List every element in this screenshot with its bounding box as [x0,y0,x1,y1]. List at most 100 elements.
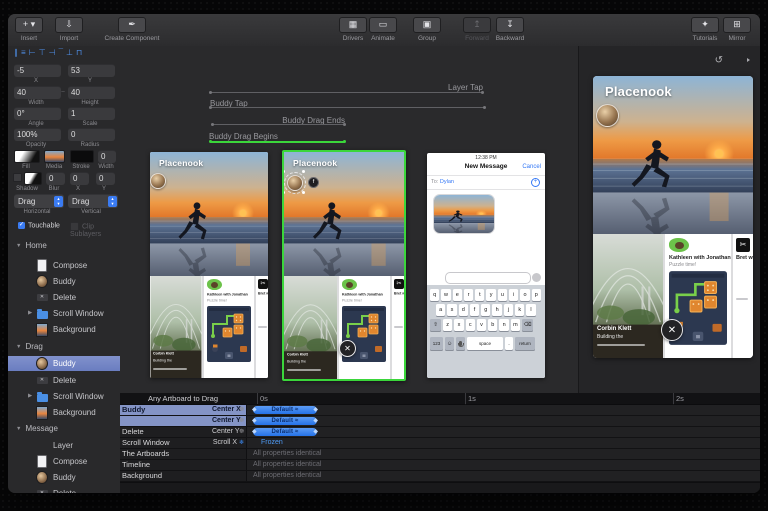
opacity-field[interactable]: 100% [14,128,61,141]
mic-key[interactable] [456,337,465,350]
selection-handle[interactable] [302,191,305,194]
drag-horizontal-dropdown[interactable]: Drag ▴▾ [14,194,64,208]
card-bret[interactable]: ✂ Bret w [256,276,268,378]
fill-swatch[interactable] [14,150,40,163]
disclosure-down-icon[interactable]: ▼ [16,344,21,350]
timeline-trigger-label[interactable]: Any Artboard to Drag [120,394,246,403]
disclosure-right-icon[interactable]: ▶ [28,306,36,321]
create-component-button[interactable]: ✒ Create Component [92,17,172,42]
mirror-button[interactable]: ⊞ Mirror [720,17,754,42]
layer-item-buddy[interactable]: Buddy [8,274,120,289]
key[interactable]: b [488,319,497,331]
message-input[interactable] [445,272,531,284]
timeline-row-delete-centery[interactable]: Delete Center Y ☸ ◆Default ≈◆ [120,427,760,438]
key[interactable]: n [499,319,508,331]
layer-item-layer[interactable]: Layer [8,438,120,453]
numbers-key[interactable]: 123 [430,337,443,350]
x-field[interactable]: -5 [14,64,61,77]
key[interactable]: j [504,304,513,316]
selection-handle[interactable] [282,170,285,173]
card-kathleen[interactable]: Kathleen with Jonathan Puzzle time! [204,276,254,378]
key[interactable]: z [443,319,452,331]
shadow-x-field[interactable]: 0 [70,172,89,185]
return-key[interactable]: return [515,337,535,350]
cancel-button[interactable]: Cancel [522,164,541,170]
artboard-placenook-1[interactable]: Placenook Corbin Klett Building the Kath… [150,152,268,378]
track[interactable] [246,405,760,415]
key[interactable]: m [511,319,520,331]
align-icon[interactable]: ⊥ [66,48,73,57]
animate-button[interactable]: ▭ Animate [364,17,402,42]
touchable-checkbox[interactable]: ✓Touchable [18,222,60,229]
layer-item-compose[interactable]: Compose [8,258,120,273]
card-bret[interactable]: ✂ Bret w [733,234,753,358]
align-icon[interactable]: ¯ [59,48,63,57]
layer-item-buddy[interactable]: Buddy [8,470,120,485]
layer-item-scroll-window[interactable]: ▶Scroll Window [8,389,120,404]
shadow-blur-field[interactable]: 0 [46,172,65,185]
timeline-header[interactable]: Any Artboard to Drag 0s 1s 2s [120,393,760,405]
disclosure-down-icon[interactable]: ▼ [16,243,21,249]
layer-section-message[interactable]: ▼Message [8,421,120,436]
stroke-swatch[interactable] [70,150,94,163]
buddy-avatar-selected[interactable] [287,175,303,191]
shadow-swatch[interactable] [24,172,42,185]
track[interactable] [246,427,760,437]
keyframe-bar[interactable]: ◆Default ≈◆ [253,406,317,414]
key[interactable]: e [453,289,462,301]
to-field[interactable]: To: Dylan [431,179,454,185]
key[interactable]: f [470,304,479,316]
layer-item-background[interactable]: Background [8,405,120,420]
key[interactable]: l [526,304,535,316]
key[interactable]: k [515,304,524,316]
emoji-key[interactable]: ☺ [445,337,454,350]
align-icon[interactable]: ⊢ [29,48,36,57]
width-field[interactable]: 40 [14,86,61,99]
angle-field[interactable]: 0° [14,107,61,120]
keyframe-bar[interactable]: ◆Default ≈◆ [253,428,317,436]
radius-field[interactable]: 0 [68,128,115,141]
group-button[interactable]: ▣ Group [410,17,444,42]
align-icon[interactable]: ⊣ [49,48,56,57]
shadow-y-field[interactable]: 0 [96,172,115,185]
drag-vertical-dropdown[interactable]: Drag ▴▾ [68,194,118,208]
gear-icon[interactable]: ☸ [239,405,244,415]
key[interactable]: u [498,289,507,301]
layer-item-delete[interactable]: ✕Delete [8,486,120,493]
media-swatch[interactable] [44,150,65,163]
track[interactable] [246,416,760,426]
layer-item-delete[interactable]: ✕Delete [8,373,120,388]
keyframe-diamond-icon[interactable]: ◆ [252,406,257,414]
key[interactable]: c [466,319,475,331]
link-dimensions-icon[interactable]: ‒ [58,89,68,95]
card-greenhouse[interactable]: Corbin Klett Building the [593,234,663,358]
tutorials-button[interactable]: ✦ Tutorials [686,17,724,42]
keyframe-diamond-icon[interactable]: ◆ [313,406,318,414]
timeline-row-background[interactable]: Background All properties identical [120,471,760,482]
artboard-placenook-2-selected[interactable]: Placenook f Corbin Klett Building the Ka… [282,150,406,381]
key[interactable]: w [441,289,450,301]
key[interactable]: i [509,289,518,301]
layer-section-home[interactable]: ▼Home [8,238,120,253]
timeline-row-timeline[interactable]: Timeline All properties identical [120,460,760,471]
layer-item-scroll-window[interactable]: ▶Scroll Window [8,306,120,321]
key[interactable]: h [492,304,501,316]
keyframe-diamond-icon[interactable]: ◆ [252,417,257,425]
import-button[interactable]: ⇩ Import [50,17,88,42]
layer-item-buddy-selected[interactable]: Buddy [8,356,120,371]
key[interactable]: p [532,289,541,301]
gear-icon[interactable]: ☸ [239,416,244,426]
timeline-row-buddy-centery[interactable]: Center Y ☸ ◆Default ≈◆ [120,416,760,427]
disclosure-right-icon[interactable]: ▶ [28,389,36,404]
restart-preview-icon[interactable]: ↺ [715,55,723,66]
key[interactable]: g [481,304,490,316]
selection-handle[interactable] [302,170,305,173]
clip-sublayers-checkbox[interactable]: Clip Sublayers [70,222,120,238]
key[interactable]: q [430,289,439,301]
track[interactable] [246,449,760,459]
preview-artboard-placenook[interactable]: Placenook Corbin Klett Building the Kath… [593,76,753,358]
delete-x-button[interactable]: ✕ [339,340,356,357]
align-icon[interactable]: ⊤ [39,48,46,57]
dictation-icon[interactable] [532,273,541,282]
layer-item-background[interactable]: Background [8,322,120,337]
